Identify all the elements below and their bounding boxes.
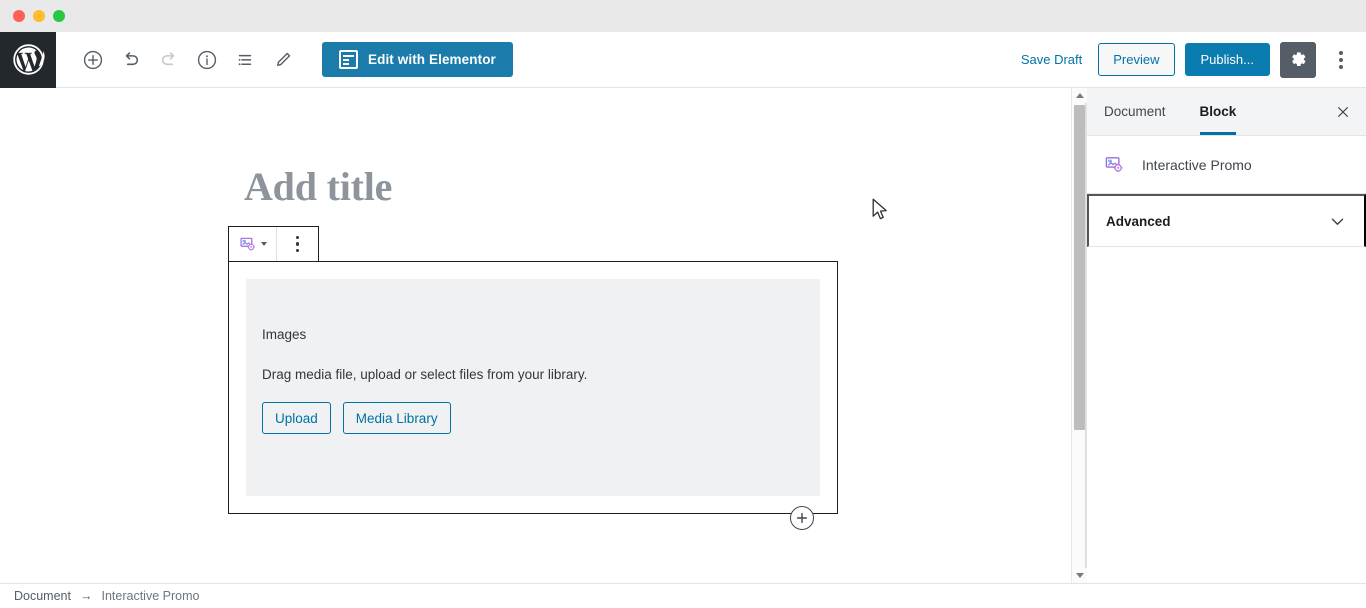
breadcrumb-separator-icon: → [79,589,93,603]
triangle-down-icon [1075,573,1084,578]
undo-button[interactable] [112,41,150,79]
chevron-down-icon [1328,212,1347,231]
toolbar-left-tools: Edit with Elementor [56,41,513,79]
scroll-up-button[interactable] [1072,88,1087,103]
tab-document[interactable]: Document [1087,88,1183,135]
mouse-cursor [872,198,889,227]
undo-icon [125,51,139,65]
kebab-dot [295,242,300,246]
post-title-placeholder[interactable]: Add title [244,163,392,210]
info-circle-icon [197,50,217,69]
add-block-button[interactable] [74,41,112,79]
preview-button[interactable]: Preview [1098,43,1175,76]
minimize-window-button[interactable] [33,10,45,22]
breadcrumb-document[interactable]: Document [14,589,71,603]
save-draft-button[interactable]: Save Draft [1015,46,1088,73]
media-placeholder: Images Drag media file, upload or select… [246,279,820,496]
upload-button[interactable]: Upload [262,402,331,434]
selected-block[interactable]: Images Drag media file, upload or select… [228,226,838,514]
edit-mode-button[interactable] [264,41,302,79]
zoom-window-button[interactable] [53,10,65,22]
edit-with-elementor-button[interactable]: Edit with Elementor [322,42,513,77]
more-options-button[interactable] [1326,42,1356,78]
content-structure-button[interactable] [188,41,226,79]
editor-toolbar: Edit with Elementor Save Draft Preview P… [0,31,1366,88]
edit-with-elementor-label: Edit with Elementor [368,52,496,67]
block-navigation-button[interactable] [226,41,264,79]
block-toolbar [228,226,319,261]
block-frame: Images Drag media file, upload or select… [228,261,838,514]
kebab-dot [1339,64,1343,69]
settings-button[interactable] [1280,41,1316,78]
sidebar-tab-bar: Document Block [1087,88,1366,136]
close-sidebar-button[interactable] [1320,88,1366,135]
media-placeholder-title: Images [262,327,307,342]
sidebar-block-name: Interactive Promo [1142,156,1252,173]
plus-circle-icon [83,50,103,69]
sidebar-block-identity: Interactive Promo [1087,136,1366,194]
elementor-icon [339,50,358,69]
interactive-promo-icon [1105,156,1123,172]
mac-window-titlebar [0,0,1366,32]
scrollbar-thumb[interactable] [1074,105,1085,430]
editor-canvas[interactable]: Add title Images Drag media file, upload… [0,88,1071,583]
scroll-down-button[interactable] [1072,568,1087,583]
kebab-dot [295,248,300,253]
triangle-up-icon [1075,93,1084,98]
cursor-arrow-icon [872,198,887,220]
traffic-lights [13,10,65,22]
close-icon [1338,106,1348,117]
block-type-switcher-button[interactable] [229,227,277,261]
breadcrumb-interactive-promo[interactable]: Interactive Promo [101,589,199,603]
media-placeholder-actions: Upload Media Library [262,402,804,434]
close-window-button[interactable] [13,10,25,22]
media-library-button[interactable]: Media Library [342,402,451,434]
toolbar-right-actions: Save Draft Preview Publish... [1015,41,1366,78]
gear-icon [1291,52,1305,66]
breadcrumb-bar: Document → Interactive Promo [0,583,1366,608]
kebab-dot [295,235,300,240]
editor-body: Add title Images Drag media file, upload… [0,88,1366,583]
plus-icon [796,512,808,524]
panel-advanced-label: Advanced [1106,213,1171,229]
redo-icon [161,51,175,65]
wordpress-logo-button[interactable] [0,31,56,88]
media-placeholder-description: Drag media file, upload or select files … [262,367,588,382]
block-appender-button[interactable] [790,506,814,530]
wordpress-logo-icon [12,44,45,75]
panel-advanced[interactable]: Advanced [1087,194,1366,247]
redo-button[interactable] [150,41,188,79]
kebab-dot [1339,50,1343,55]
tab-block[interactable]: Block [1183,88,1254,135]
publish-button[interactable]: Publish... [1184,43,1270,76]
canvas-scrollbar[interactable] [1071,88,1087,583]
pencil-icon [276,52,291,66]
block-options-button[interactable] [277,227,318,261]
list-view-icon [238,54,252,65]
interactive-promo-icon [239,237,255,251]
settings-sidebar: Document Block Interactive Promo Advance… [1086,88,1366,583]
kebab-dot [1339,57,1343,62]
chevron-down-icon [260,242,267,246]
